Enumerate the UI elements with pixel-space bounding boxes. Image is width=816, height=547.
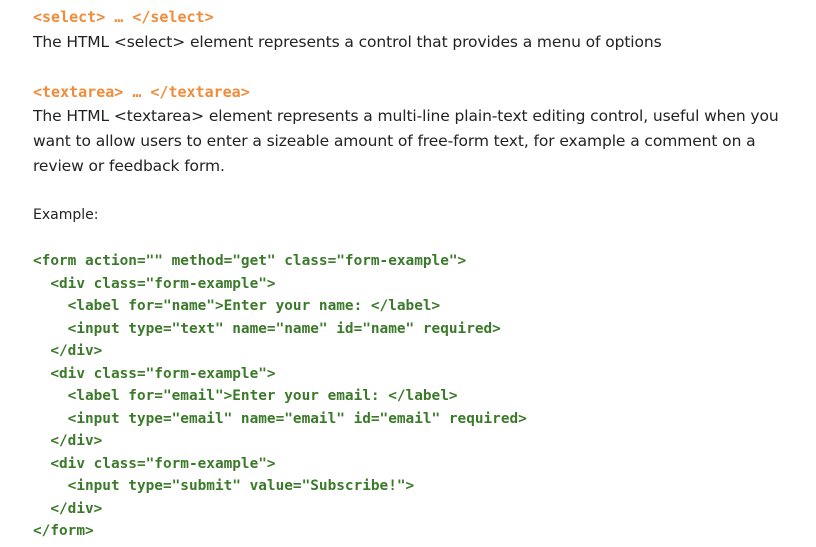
code-line: <label for="name">Enter your name: </lab… [33, 298, 441, 314]
code-line: <input type="email" name="email" id="ema… [33, 410, 527, 427]
code-line: <form action="" method="get" class="form… [33, 253, 467, 269]
code-example-block: <form action="" method="get" class="form… [33, 250, 527, 543]
code-line: </div> [33, 343, 103, 359]
select-element-heading: <select> … </select> [33, 8, 214, 26]
select-element-description: The HTML <select> element represents a c… [33, 33, 662, 51]
textarea-element-description: The HTML <textarea> element represents a… [33, 107, 779, 175]
code-line: <div class="form-example"> [33, 275, 276, 292]
example-label: Example: [33, 207, 99, 223]
code-line: <div class="form-example"> [33, 365, 276, 382]
textarea-element-heading: <textarea> … </textarea> [33, 83, 250, 101]
code-line: </div> [33, 500, 103, 517]
code-line: </div> [33, 433, 103, 449]
code-line: <input type="submit" value="Subscribe!"> [33, 478, 415, 494]
code-line: <label for="email">Enter your email: </l… [33, 388, 458, 404]
code-line: <div class="form-example"> [33, 455, 276, 472]
code-line: </form> [33, 523, 94, 539]
code-line: <input type="text" name="name" id="name"… [33, 320, 501, 337]
